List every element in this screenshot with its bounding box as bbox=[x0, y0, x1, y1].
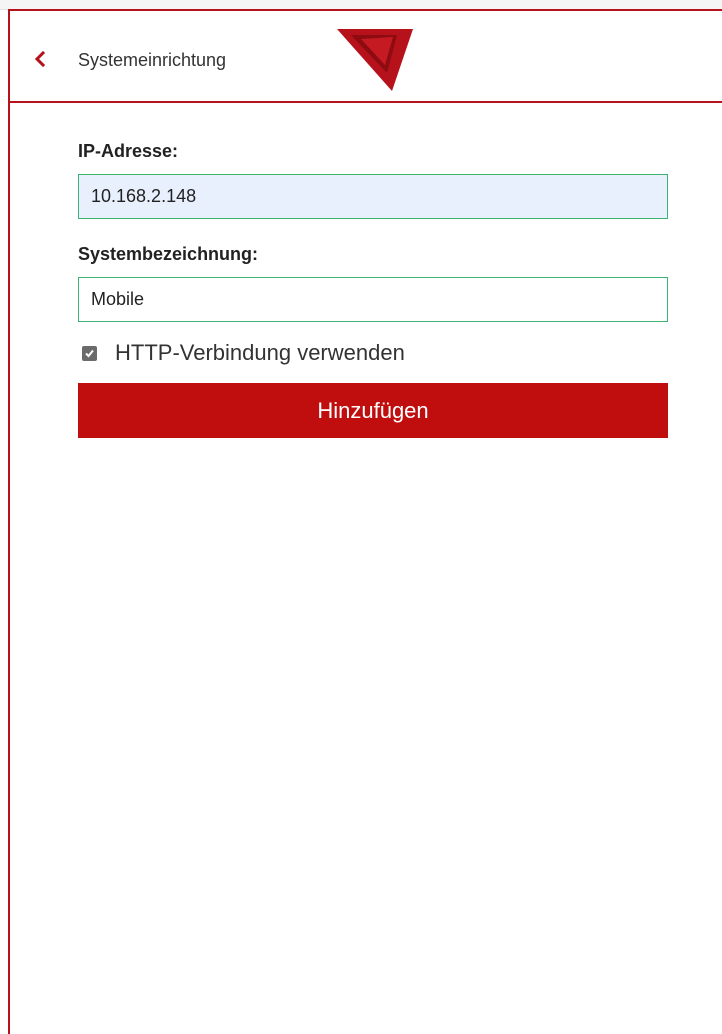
setup-form: IP-Adresse: Systembezeichnung: HTTP-Verb… bbox=[78, 141, 668, 438]
page-title: Systemeinrichtung bbox=[78, 50, 227, 70]
http-checkbox[interactable] bbox=[82, 345, 97, 361]
http-checkbox-row[interactable]: HTTP-Verbindung verwenden bbox=[78, 340, 668, 366]
add-button[interactable]: Hinzufügen bbox=[78, 383, 668, 438]
ip-address-input[interactable] bbox=[78, 174, 668, 219]
chevron-left-icon bbox=[34, 50, 46, 68]
system-name-label: Systembezeichnung: bbox=[78, 244, 259, 264]
header-bar: Systemeinrichtung bbox=[10, 11, 722, 103]
system-name-input[interactable] bbox=[78, 277, 668, 322]
back-button[interactable] bbox=[28, 47, 52, 71]
ip-address-label: IP-Adresse: bbox=[78, 141, 179, 161]
app-frame: Systemeinrichtung IP-Adresse: Systembeze… bbox=[8, 9, 722, 1034]
checkmark-icon bbox=[85, 349, 94, 357]
http-checkbox-label: HTTP-Verbindung verwenden bbox=[115, 340, 405, 365]
triangle-logo-icon bbox=[337, 29, 413, 91]
